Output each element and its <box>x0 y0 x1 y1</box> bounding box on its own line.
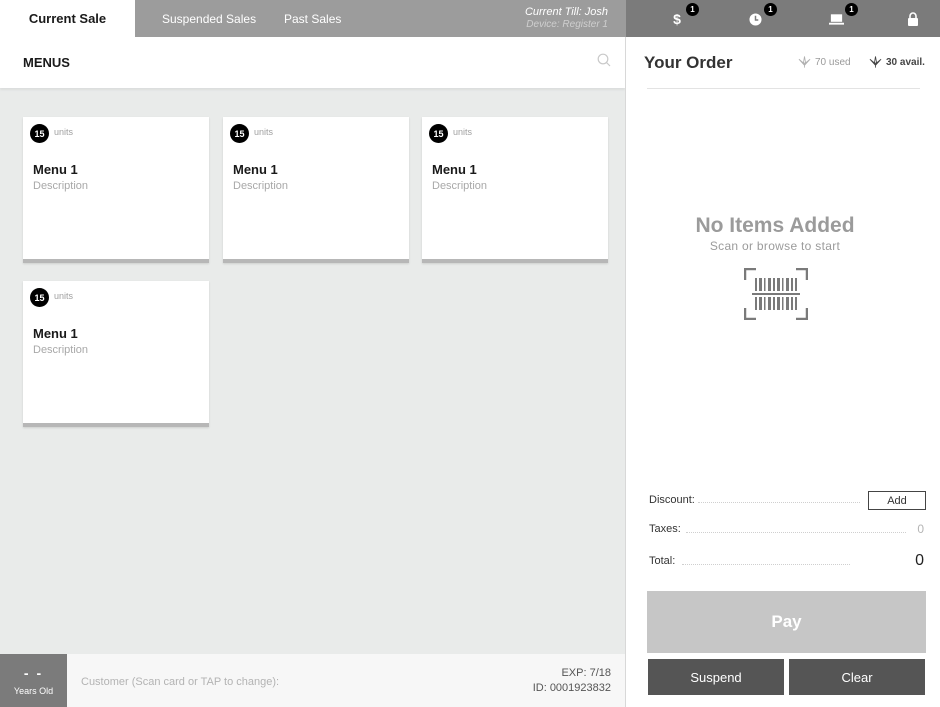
available-text: 30 avail. <box>886 56 925 68</box>
till-info: Current Till: Josh Device: Register 1 <box>525 6 608 31</box>
menu-card[interactable]: 15 units Menu 1 Description <box>223 117 409 263</box>
customer-exp: EXP: 7/18 <box>561 667 611 679</box>
clear-button[interactable]: Clear <box>789 659 925 695</box>
menu-panel: MENUS 15 units Menu 1 Description 15 uni… <box>0 37 625 707</box>
menu-card-title: Menu 1 <box>432 162 477 177</box>
units-label: units <box>54 127 74 137</box>
menu-card-description: Description <box>432 180 488 192</box>
dollar-icon[interactable]: $ 1 <box>668 3 699 28</box>
customer-bar[interactable]: - - Years Old Customer (Scan card or TAP… <box>0 654 625 707</box>
units-label: units <box>453 127 473 137</box>
device-label: Device: Register 1 <box>526 19 608 30</box>
toolbar-icons: $ 1 1 1 <box>626 0 940 37</box>
lock-icon[interactable] <box>904 10 922 28</box>
customer-age: - - Years Old <box>0 654 67 707</box>
leaf-icon <box>798 56 811 68</box>
barcode-scan-icon <box>744 268 808 320</box>
total-label: Total: <box>649 555 676 567</box>
available-indicator: 30 avail. <box>869 56 925 68</box>
laptop-icon[interactable]: 1 <box>827 3 858 28</box>
used-text: 70 used <box>815 56 851 68</box>
customer-placeholder[interactable]: Customer (Scan card or TAP to change): <box>81 676 279 688</box>
age-label: Years Old <box>13 686 54 696</box>
menu-card-description: Description <box>233 180 289 192</box>
dollar-glyph: $ <box>673 11 681 27</box>
order-title: Your Order <box>644 53 733 72</box>
unit-count-badge: 15 <box>429 124 448 143</box>
menu-card-description: Description <box>33 180 89 192</box>
menu-card[interactable]: 15 units Menu 1 Description <box>23 117 209 263</box>
top-bar: Current Sale Suspended Sales Past Sales … <box>0 0 940 37</box>
menu-card-description: Description <box>33 344 89 356</box>
clock-badge: 1 <box>764 3 777 16</box>
discount-label: Discount: <box>649 494 695 506</box>
menu-card-title: Menu 1 <box>33 326 78 341</box>
customer-id: ID: 0001923832 <box>532 682 611 694</box>
menu-card-title: Menu 1 <box>33 162 78 177</box>
dotted-leader <box>686 532 906 533</box>
taxes-label: Taxes: <box>649 523 681 535</box>
laptop-badge: 1 <box>845 3 858 16</box>
dotted-leader <box>682 564 850 565</box>
tab-current-sale[interactable]: Current Sale <box>0 0 135 37</box>
tab-suspended-sales[interactable]: Suspended Sales <box>162 0 256 37</box>
divider <box>647 88 920 89</box>
menu-card[interactable]: 15 units Menu 1 Description <box>23 281 209 427</box>
order-panel: Your Order 70 used 30 avail. No Items Ad… <box>625 37 940 707</box>
dollar-badge: 1 <box>686 3 699 16</box>
menu-card[interactable]: 15 units Menu 1 Description <box>422 117 608 263</box>
menu-card-title: Menu 1 <box>233 162 278 177</box>
used-indicator: 70 used <box>798 56 851 68</box>
menus-title: MENUS <box>23 55 70 70</box>
dotted-leader <box>698 502 860 503</box>
total-value: 0 <box>915 552 924 569</box>
suspend-button[interactable]: Suspend <box>648 659 784 695</box>
units-label: units <box>54 291 74 301</box>
unit-count-badge: 15 <box>30 124 49 143</box>
leaf-icon <box>869 56 882 68</box>
till-label: Current Till: Josh <box>524 6 608 18</box>
empty-state-subtitle: Scan or browse to start <box>709 239 841 253</box>
age-value: - - <box>23 665 44 681</box>
search-icon[interactable] <box>597 53 611 67</box>
pay-button[interactable]: Pay <box>647 591 926 653</box>
customer-id-block: EXP: 7/18 ID: 0001923832 <box>533 666 611 696</box>
taxes-value: 0 <box>917 522 924 536</box>
tab-past-sales[interactable]: Past Sales <box>284 0 341 37</box>
menus-header: MENUS <box>0 37 625 88</box>
unit-count-badge: 15 <box>230 124 249 143</box>
unit-count-badge: 15 <box>30 288 49 307</box>
clock-icon[interactable]: 1 <box>746 3 777 28</box>
add-discount-button[interactable]: Add <box>868 491 926 510</box>
units-label: units <box>254 127 274 137</box>
empty-state-title: No Items Added <box>695 214 855 237</box>
